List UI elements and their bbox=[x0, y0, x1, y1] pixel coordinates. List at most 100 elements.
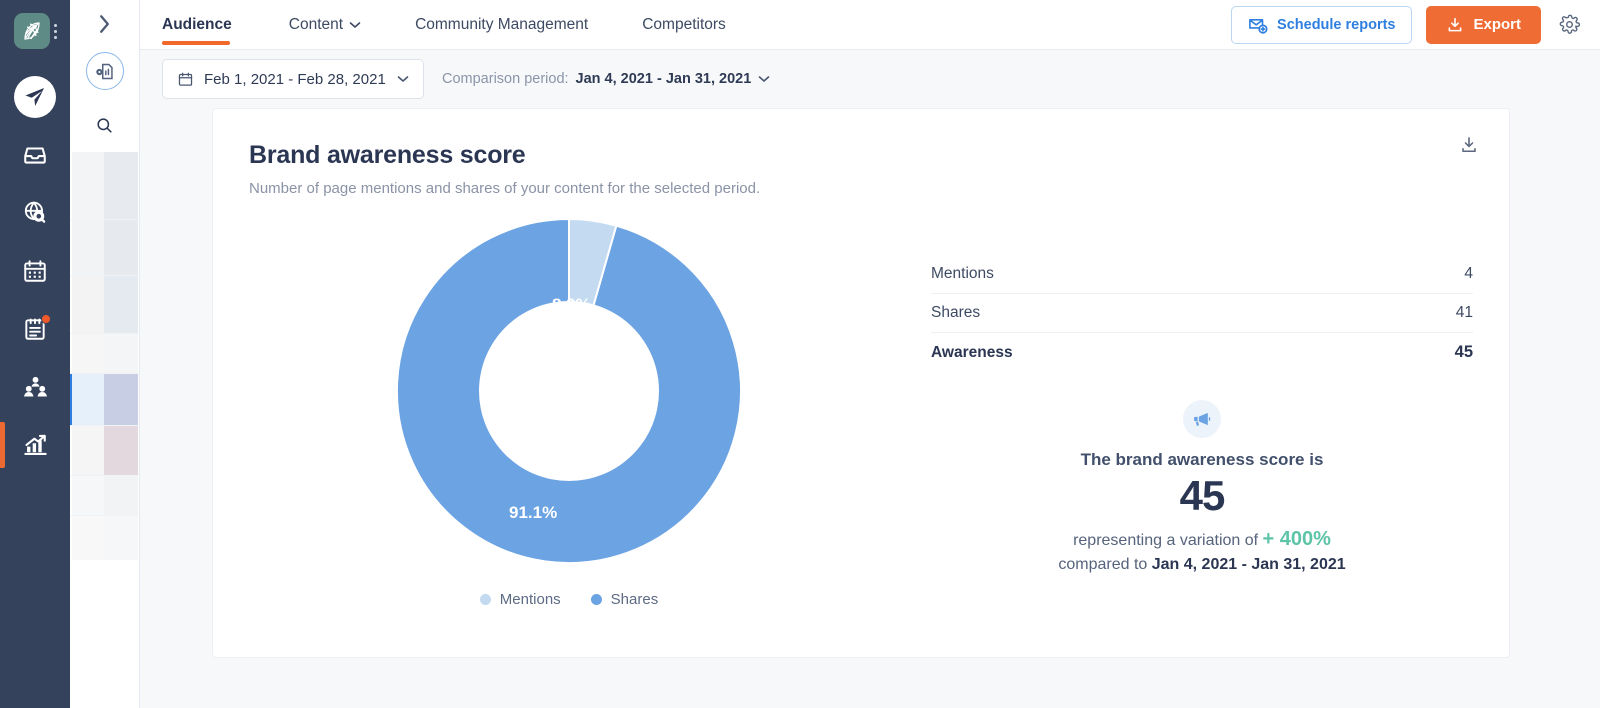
mail-add-icon bbox=[1249, 18, 1268, 34]
list-item[interactable] bbox=[69, 152, 140, 220]
comparison-value: Jan 4, 2021 - Jan 31, 2021 bbox=[575, 71, 752, 87]
summary-block: The brand awareness score is 45 represen… bbox=[931, 400, 1473, 574]
tab-label: Audience bbox=[162, 16, 232, 33]
download-icon bbox=[1462, 137, 1476, 153]
summary-variation-line: representing a variation of + 400% bbox=[1073, 528, 1331, 551]
export-button[interactable]: Export bbox=[1426, 5, 1541, 44]
summary-variation-prefix: representing a variation of bbox=[1073, 532, 1259, 549]
globe-search-listening-icon bbox=[24, 201, 46, 223]
sidebar-item-tasks[interactable] bbox=[0, 300, 70, 358]
chevron-down-icon bbox=[397, 76, 409, 82]
card-download-button[interactable] bbox=[1459, 135, 1479, 160]
donut-label-shares: 91.1% bbox=[509, 503, 558, 522]
app-root: Audience Content Community Management Co… bbox=[0, 0, 1600, 708]
top-navigation-bar: Audience Content Community Management Co… bbox=[140, 0, 1600, 50]
paper-plane-publish-icon bbox=[14, 76, 56, 118]
kebab-menu-icon[interactable] bbox=[53, 23, 57, 39]
comparison-period-picker[interactable]: Comparison period: Jan 4, 2021 - Jan 31,… bbox=[442, 71, 770, 87]
stat-label: Awareness bbox=[931, 343, 1013, 361]
community-people-icon bbox=[23, 376, 47, 396]
filter-bar: Feb 1, 2021 - Feb 28, 2021 Comparison pe… bbox=[140, 50, 1600, 108]
sidebar-logo-row[interactable] bbox=[0, 0, 70, 62]
tab-community-management[interactable]: Community Management bbox=[388, 0, 615, 50]
secondary-panel bbox=[69, 0, 140, 708]
donut-hole bbox=[479, 301, 659, 481]
main-region: Audience Content Community Management Co… bbox=[140, 0, 1600, 708]
export-label: Export bbox=[1473, 16, 1521, 33]
report-document-icon[interactable] bbox=[85, 52, 124, 90]
topbar-actions: Schedule reports Export bbox=[1231, 0, 1584, 49]
tab-label: Content bbox=[288, 16, 344, 33]
schedule-reports-label: Schedule reports bbox=[1277, 16, 1396, 33]
table-row: Shares 41 bbox=[931, 294, 1473, 333]
leaf-globe-logo-icon[interactable] bbox=[13, 13, 50, 49]
comparison-label: Comparison period: bbox=[442, 71, 569, 87]
legend-label-shares: Shares bbox=[610, 591, 659, 608]
legend-item-mentions[interactable]: Mentions bbox=[479, 591, 561, 608]
card-subtitle: Number of page mentions and shares of yo… bbox=[249, 180, 761, 197]
sidebar-item-analytics[interactable] bbox=[0, 416, 70, 474]
chart-legend: Mentions Shares bbox=[479, 591, 659, 608]
card-body: 8.9% 91.1% Mentions Shares Mentions 4 Sh… bbox=[249, 199, 1473, 608]
tab-audience[interactable]: Audience bbox=[162, 0, 262, 50]
list-item[interactable] bbox=[70, 516, 140, 560]
sidebar-item-community[interactable] bbox=[0, 358, 70, 416]
stat-value: 41 bbox=[1455, 304, 1473, 321]
list-item[interactable] bbox=[69, 476, 140, 516]
tasks-notification-badge bbox=[41, 314, 51, 324]
list-item[interactable] bbox=[69, 426, 140, 476]
calendar-icon bbox=[24, 260, 46, 282]
sidebar-item-inbox[interactable] bbox=[0, 126, 70, 184]
stat-label: Mentions bbox=[931, 265, 994, 282]
donut-label-mentions: 8.9% bbox=[552, 295, 591, 314]
tab-content[interactable]: Content bbox=[262, 0, 388, 50]
summary-comparison-range: Jan 4, 2021 - Jan 31, 2021 bbox=[1151, 556, 1346, 573]
panel-redacted-list bbox=[69, 152, 140, 708]
donut-chart-section: 8.9% 91.1% Mentions Shares bbox=[249, 199, 889, 608]
summary-variation-value: + 400% bbox=[1262, 528, 1331, 550]
sidebar-item-publish[interactable] bbox=[0, 68, 70, 126]
summary-comparison-prefix: compared to bbox=[1058, 556, 1148, 573]
list-item-selected[interactable] bbox=[69, 374, 140, 426]
summary-headline: The brand awareness score is bbox=[1080, 450, 1324, 469]
list-item[interactable] bbox=[69, 334, 140, 374]
search-icon[interactable] bbox=[95, 108, 114, 142]
legend-label-mentions: Mentions bbox=[499, 591, 561, 608]
chevron-down-icon bbox=[758, 76, 770, 82]
panel-expand-button[interactable] bbox=[70, 0, 139, 48]
page-title: Brand awareness score bbox=[249, 141, 526, 169]
donut-chart-svg bbox=[395, 217, 742, 564]
download-icon bbox=[1449, 17, 1462, 31]
table-row: Mentions 4 bbox=[931, 255, 1473, 294]
calendar-icon bbox=[178, 72, 193, 86]
inbox-tray-icon bbox=[24, 147, 46, 164]
megaphone-icon bbox=[1183, 400, 1221, 438]
sidebar-item-calendar[interactable] bbox=[0, 242, 70, 300]
brand-awareness-card: Brand awareness score Number of page men… bbox=[212, 108, 1510, 658]
tab-label: Community Management bbox=[415, 16, 589, 33]
tab-label: Competitors bbox=[642, 16, 726, 33]
summary-comparison-line: compared to Jan 4, 2021 - Jan 31, 2021 bbox=[1058, 556, 1345, 574]
list-item[interactable] bbox=[69, 220, 140, 276]
stat-value: 45 bbox=[1454, 343, 1473, 361]
legend-swatch-mentions bbox=[479, 594, 491, 605]
analytics-bar-chart-icon bbox=[23, 434, 47, 455]
settings-button[interactable] bbox=[1555, 10, 1584, 39]
donut-chart: 8.9% 91.1% bbox=[391, 213, 747, 569]
date-range-picker[interactable]: Feb 1, 2021 - Feb 28, 2021 bbox=[162, 59, 424, 99]
gear-icon bbox=[1559, 14, 1580, 34]
stats-section: Mentions 4 Shares 41 Awareness 45 The br… bbox=[889, 199, 1473, 608]
summary-score: 45 bbox=[1179, 472, 1226, 519]
stat-label: Shares bbox=[931, 304, 981, 321]
sidebar-item-listening[interactable] bbox=[0, 184, 70, 242]
tab-competitors[interactable]: Competitors bbox=[615, 0, 753, 50]
legend-item-shares[interactable]: Shares bbox=[590, 591, 659, 608]
list-item[interactable] bbox=[69, 276, 140, 334]
table-row-total: Awareness 45 bbox=[931, 333, 1473, 372]
primary-sidebar bbox=[0, 0, 70, 708]
content-area: Brand awareness score Number of page men… bbox=[140, 108, 1600, 708]
chevron-right-icon bbox=[100, 15, 109, 33]
chevron-down-icon bbox=[349, 22, 361, 28]
schedule-reports-button[interactable]: Schedule reports bbox=[1231, 5, 1413, 44]
tab-bar: Audience Content Community Management Co… bbox=[162, 0, 753, 49]
